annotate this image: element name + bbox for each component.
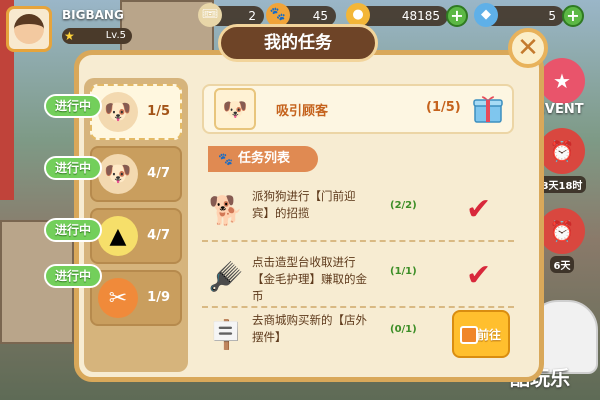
ticket-icon: 🎟 (198, 3, 222, 27)
resource-gem: ◆ 5 + (474, 3, 584, 27)
resource-paw: 🐾 45 (266, 3, 336, 27)
task-category-count: 4/7 (147, 166, 170, 181)
avatar-face-icon (14, 14, 44, 44)
checkmark-icon: ✔ (466, 192, 492, 227)
alarm-clock-icon: ⏰ (539, 208, 585, 254)
player-name: BIGBANG (62, 8, 124, 22)
task-category-item[interactable]: 🐶 4/7 (90, 146, 182, 202)
task-category-count: 1/5 (147, 104, 170, 119)
section-title-label: 任务列表 (238, 151, 291, 166)
modal-title: 我的任务 (218, 24, 378, 62)
task-category-item[interactable]: ▲ 4/7 (90, 208, 182, 264)
scissors-medal-icon: ✂ (98, 278, 138, 318)
add-coin-button[interactable]: + (446, 5, 468, 27)
clock-icon: ⏰ (539, 128, 585, 174)
resource-ticket: 🎟 2 (198, 3, 264, 27)
section-title: 🐾 任务列表 (208, 146, 318, 172)
player-level-label: Lv.5 (105, 30, 126, 41)
star-icon: ★ (64, 29, 75, 43)
resource-paw-value: 45 (312, 9, 328, 23)
stand-icon: ▲ (98, 216, 138, 256)
checkmark-icon: ✔ (466, 258, 492, 293)
dog-welcome-icon: 🐕 (208, 193, 244, 227)
player-level: ★ Lv.5 (62, 28, 132, 44)
customer-icon: 🐶 (98, 154, 138, 194)
task-category-count: 1/9 (147, 290, 170, 305)
goto-shop-button[interactable]: 前往 (452, 310, 510, 358)
grooming-table-icon: 🪮 (208, 259, 244, 293)
task-category-item[interactable]: ✂ 1/9 (90, 270, 182, 326)
subtask-item: 🪮 点击造型台收取进行【金毛护理】赚取的金币 (1/1) ✔ (202, 246, 514, 308)
in-progress-badge: 进行中 (44, 94, 102, 118)
customer-icon: 🐶 (214, 88, 256, 130)
customer-icon: 🐶 (98, 92, 138, 132)
task-category-count: 4/7 (147, 228, 170, 243)
subtask-item: 🪧 去商城购买新的【店外摆件】 (0/1) 前往 (202, 304, 514, 366)
subtask-text: 去商城购买新的【店外摆件】 (252, 313, 367, 344)
goto-label: 前往 (476, 327, 501, 342)
timer-2-label: 6天 (549, 256, 575, 273)
resource-coin-value: 48185 (401, 9, 440, 23)
shop-box-icon (460, 326, 478, 344)
subtask-progress: (1/1) (390, 266, 417, 277)
in-progress-badge: 进行中 (44, 156, 102, 180)
task-category-item[interactable]: 🐶 1/5 (90, 84, 182, 140)
gem-icon: ◆ (474, 3, 498, 27)
player-info[interactable]: BIGBANG ★ Lv.5 (6, 6, 132, 52)
signboard-icon: 🪧 (208, 317, 244, 351)
paw-icon: 🐾 (218, 152, 233, 166)
current-task-name: 吸引顾客 (276, 104, 329, 119)
current-task-header: 🐶 吸引顾客 (1/5) (202, 84, 514, 134)
in-progress-badge: 进行中 (44, 218, 102, 242)
subtask-progress: (2/2) (390, 200, 417, 211)
subtask-text: 点击造型台收取进行【金毛护理】赚取的金币 (252, 255, 367, 303)
resource-gem-value: 5 (548, 9, 556, 23)
subtask-progress: (0/1) (390, 324, 417, 335)
resource-coin: ● 48185 + (346, 3, 468, 27)
timer-1-label: 3天18时 (537, 176, 587, 193)
current-task-progress: (1/5) (426, 100, 461, 115)
gift-reward-icon[interactable] (472, 92, 504, 124)
event-icon: ★ (539, 58, 585, 104)
add-gem-button[interactable]: + (562, 5, 584, 27)
close-button[interactable]: ✕ (508, 28, 548, 68)
subtask-text: 派狗狗进行【门前迎宾】的招揽 (252, 189, 356, 220)
in-progress-badge: 进行中 (44, 264, 102, 288)
subtask-item: 🐕 派狗狗进行【门前迎宾】的招揽 (2/2) ✔ (202, 180, 514, 242)
player-avatar[interactable] (6, 6, 52, 52)
resource-ticket-value: 2 (248, 9, 256, 23)
